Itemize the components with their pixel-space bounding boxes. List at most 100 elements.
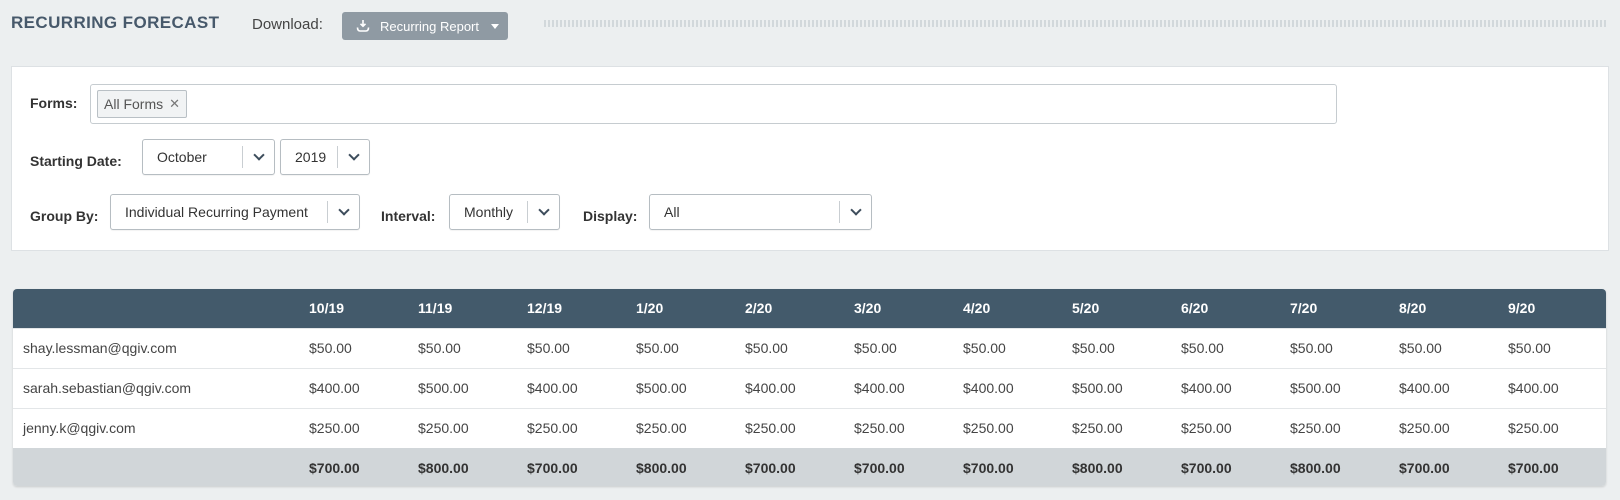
forms-tag: All Forms ✕: [97, 90, 188, 118]
table-header-row: 10/19 11/19 12/19 1/20 2/20 3/20 4/20 5/…: [13, 289, 1606, 328]
table-cell: $500.00: [1061, 367, 1170, 408]
table-cell: $50.00: [298, 327, 407, 368]
page-header: RECURRING FORECAST Download: Recurring R…: [0, 0, 1620, 50]
column-header: 5/20: [1061, 289, 1170, 328]
download-icon: [356, 20, 370, 32]
year-value: 2019: [295, 149, 327, 165]
total-cell: $800.00: [407, 448, 516, 486]
interval-label: Interval:: [381, 208, 436, 224]
page-title: RECURRING FORECAST: [11, 13, 220, 32]
column-header: [13, 289, 298, 328]
table-cell: $500.00: [407, 367, 516, 408]
chevron-down-icon: [242, 146, 274, 168]
close-icon[interactable]: ✕: [169, 96, 180, 112]
starting-date-label: Starting Date:: [30, 153, 122, 169]
table-cell: $400.00: [1170, 367, 1279, 408]
table-cell: $250.00: [407, 407, 516, 448]
totals-row: $700.00 $800.00 $700.00 $800.00 $700.00 …: [13, 448, 1606, 486]
table-row: jenny.k@qgiv.com $250.00 $250.00 $250.00…: [13, 407, 1606, 448]
table-cell: $400.00: [734, 367, 843, 408]
table-cell: $250.00: [734, 407, 843, 448]
table-cell: $50.00: [734, 327, 843, 368]
table-cell: $50.00: [1497, 327, 1606, 368]
column-header: 11/19: [407, 289, 516, 328]
table-cell: $50.00: [952, 327, 1061, 368]
total-cell: $700.00: [734, 448, 843, 486]
total-cell: $700.00: [516, 448, 625, 486]
display-value: All: [664, 204, 680, 220]
table-cell: $250.00: [298, 407, 407, 448]
month-value: October: [157, 149, 207, 165]
total-cell: $700.00: [298, 448, 407, 486]
table-cell: $400.00: [952, 367, 1061, 408]
table-cell: $50.00: [407, 327, 516, 368]
table-cell: $50.00: [1279, 327, 1388, 368]
table-cell: $50.00: [1388, 327, 1497, 368]
column-header: 6/20: [1170, 289, 1279, 328]
month-select[interactable]: October: [142, 139, 275, 175]
group-by-value: Individual Recurring Payment: [125, 204, 308, 220]
column-header: 4/20: [952, 289, 1061, 328]
interval-select[interactable]: Monthly: [449, 194, 560, 230]
table-cell: $400.00: [843, 367, 952, 408]
report-button-label: Recurring Report: [380, 18, 479, 34]
donor-email: shay.lessman@qgiv.com: [13, 327, 298, 368]
filter-panel: Forms: All Forms ✕ Starting Date: Octobe…: [11, 66, 1609, 251]
column-header: 9/20: [1497, 289, 1606, 328]
column-header: 7/20: [1279, 289, 1388, 328]
table-cell: $250.00: [952, 407, 1061, 448]
forms-input[interactable]: All Forms ✕: [90, 84, 1337, 124]
display-select[interactable]: All: [649, 194, 872, 230]
donor-email: sarah.sebastian@qgiv.com: [13, 367, 298, 408]
table-cell: $400.00: [1388, 367, 1497, 408]
year-select[interactable]: 2019: [280, 139, 370, 175]
table-cell: $400.00: [516, 367, 625, 408]
table-cell: $250.00: [843, 407, 952, 448]
header-divider: [544, 20, 1606, 27]
total-cell: $700.00: [843, 448, 952, 486]
column-header: 10/19: [298, 289, 407, 328]
table-cell: $50.00: [1170, 327, 1279, 368]
table-cell: $400.00: [298, 367, 407, 408]
table-cell: $50.00: [516, 327, 625, 368]
caret-down-icon: [491, 23, 499, 29]
column-header: 1/20: [625, 289, 734, 328]
display-label: Display:: [583, 208, 638, 224]
total-cell: $700.00: [1497, 448, 1606, 486]
forecast-table: 10/19 11/19 12/19 1/20 2/20 3/20 4/20 5/…: [13, 289, 1606, 486]
column-header: 3/20: [843, 289, 952, 328]
table-cell: $500.00: [1279, 367, 1388, 408]
table-cell: $250.00: [1497, 407, 1606, 448]
table-row: shay.lessman@qgiv.com $50.00 $50.00 $50.…: [13, 327, 1606, 368]
group-by-label: Group By:: [30, 208, 99, 224]
chevron-down-icon: [527, 201, 559, 223]
column-header: 12/19: [516, 289, 625, 328]
totals-label: [13, 448, 298, 486]
table-cell: $50.00: [1061, 327, 1170, 368]
forms-label: Forms:: [30, 95, 78, 111]
table-row: sarah.sebastian@qgiv.com $400.00 $500.00…: [13, 367, 1606, 408]
table-cell: $250.00: [1061, 407, 1170, 448]
interval-value: Monthly: [464, 204, 514, 220]
total-cell: $700.00: [1170, 448, 1279, 486]
chevron-down-icon: [327, 201, 359, 223]
total-cell: $800.00: [1061, 448, 1170, 486]
total-cell: $800.00: [1279, 448, 1388, 486]
forms-tag-label: All Forms: [104, 96, 164, 112]
table-cell: $50.00: [843, 327, 952, 368]
donor-email: jenny.k@qgiv.com: [13, 407, 298, 448]
table-cell: $250.00: [1388, 407, 1497, 448]
total-cell: $800.00: [625, 448, 734, 486]
column-header: 2/20: [734, 289, 843, 328]
download-label: Download:: [252, 16, 323, 33]
group-by-select[interactable]: Individual Recurring Payment: [110, 194, 360, 230]
chevron-down-icon: [337, 146, 369, 168]
table-cell: $400.00: [1497, 367, 1606, 408]
table-cell: $250.00: [516, 407, 625, 448]
chevron-down-icon: [839, 201, 871, 223]
recurring-report-button[interactable]: Recurring Report: [342, 12, 508, 40]
table-cell: $500.00: [625, 367, 734, 408]
table-cell: $250.00: [1279, 407, 1388, 448]
table-cell: $250.00: [1170, 407, 1279, 448]
total-cell: $700.00: [952, 448, 1061, 486]
